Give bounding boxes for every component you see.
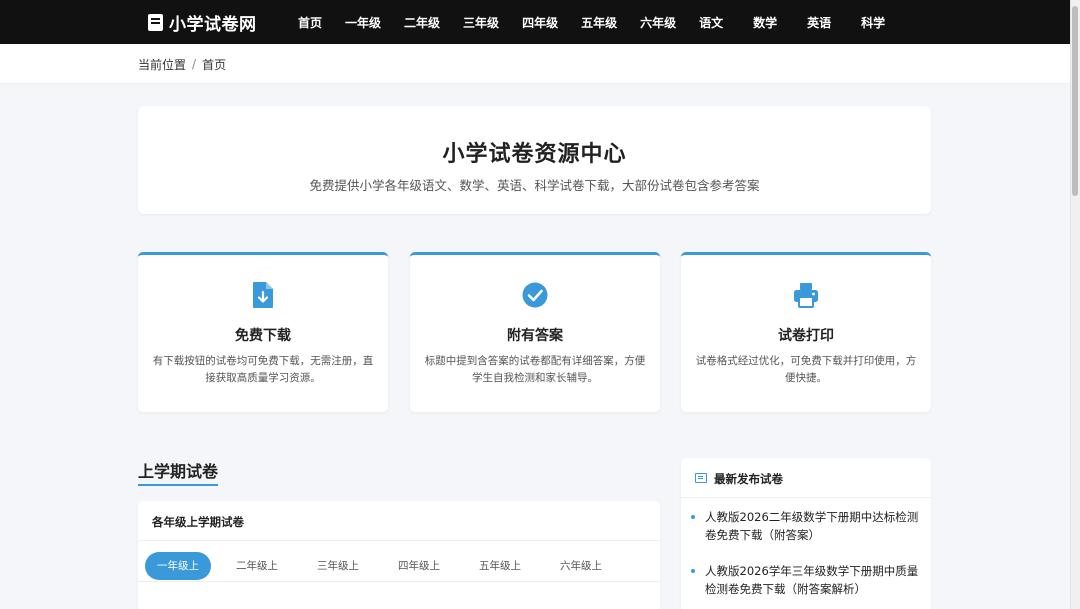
list-item[interactable]: 人教版2026二年级数学下册期中达标检测卷免费下载（附答案） bbox=[691, 508, 921, 544]
panel-header: 各年级上学期试卷 bbox=[138, 501, 660, 541]
feature-desc: 试卷格式经过优化，可免费下载并打印使用，方便快捷。 bbox=[695, 355, 917, 384]
tab-grade-4[interactable]: 四年级上 bbox=[384, 552, 454, 580]
nav-item-grade-2[interactable]: 二年级 bbox=[394, 14, 450, 31]
feature-card-download: 免费下载 有下载按钮的试卷均可免费下载，无需注册，直接获取高质量学习资源。 bbox=[138, 252, 388, 412]
nav-item-grade-3[interactable]: 三年级 bbox=[453, 14, 509, 31]
printer-icon bbox=[794, 283, 818, 308]
book-icon bbox=[148, 13, 163, 31]
breadcrumb-label: 当前位置 bbox=[138, 57, 187, 72]
feature-desc: 有下载按钮的试卷均可免费下载，无需注册，直接获取高质量学习资源。 bbox=[152, 355, 374, 384]
nav-item-english[interactable]: 英语 bbox=[797, 14, 841, 31]
feature-title: 免费下载 bbox=[235, 328, 291, 344]
feature-title: 试卷打印 bbox=[778, 328, 834, 344]
latest-header: 最新发布试卷 bbox=[681, 458, 931, 498]
panel-title: 各年级上学期试卷 bbox=[152, 515, 244, 529]
nav-item-grade-6[interactable]: 六年级 bbox=[630, 14, 686, 31]
breadcrumb-separator: / bbox=[192, 57, 197, 71]
bullet-icon bbox=[691, 515, 695, 519]
nav-item-home[interactable]: 首页 bbox=[288, 14, 332, 31]
nav-item-grade-1[interactable]: 一年级 bbox=[335, 14, 391, 31]
main-nav: 首页 一年级 二年级 三年级 四年级 五年级 六年级 语文 数学 英语 科学 bbox=[288, 0, 905, 44]
tab-grade-6[interactable]: 六年级上 bbox=[546, 552, 616, 580]
file-download-icon bbox=[253, 282, 273, 308]
tabs-divider bbox=[138, 581, 660, 582]
grade-paper-panel: 各年级上学期试卷 一年级上 二年级上 三年级上 四年级上 五年级上 六年级上 bbox=[138, 501, 660, 609]
hero-subtitle: 免费提供小学各年级语文、数学、英语、科学试卷下载，大部份试卷包含参考答案 bbox=[309, 178, 760, 193]
feature-card-answers: 附有答案 标题中提到含答案的试卷都配有详细答案，方便学生自我检测和家长辅导。 bbox=[410, 252, 660, 412]
breadcrumb-home-link[interactable]: 首页 bbox=[202, 56, 226, 73]
latest-item-link[interactable]: 人教版2026学年三年级数学下册期中质量检测卷免费下载（附答案解析） bbox=[705, 562, 921, 598]
tab-grade-2[interactable]: 二年级上 bbox=[222, 552, 292, 580]
latest-papers-panel: 最新发布试卷 人教版2026二年级数学下册期中达标检测卷免费下载（附答案） 人教… bbox=[681, 458, 931, 609]
hero-banner: 小学试卷资源中心 免费提供小学各年级语文、数学、英语、科学试卷下载，大部份试卷包… bbox=[138, 106, 931, 214]
nav-item-science[interactable]: 科学 bbox=[851, 14, 895, 31]
nav-item-math[interactable]: 数学 bbox=[743, 14, 787, 31]
breadcrumb-bar: 当前位置 / 首页 bbox=[0, 44, 1070, 84]
latest-item-link[interactable]: 人教版2026二年级数学下册期中达标检测卷免费下载（附答案） bbox=[705, 508, 921, 544]
logo-text: 小学试卷网 bbox=[169, 14, 257, 35]
breadcrumb: 当前位置 / 首页 bbox=[138, 44, 226, 84]
section-title: 上学期试卷 bbox=[138, 462, 219, 481]
tab-grade-1[interactable]: 一年级上 bbox=[145, 552, 211, 580]
nav-item-chinese[interactable]: 语文 bbox=[689, 14, 733, 31]
bullet-icon bbox=[691, 569, 695, 573]
list-item[interactable]: 人教版2026学年三年级数学下册期中质量检测卷免费下载（附答案解析） bbox=[691, 562, 921, 598]
tab-grade-3[interactable]: 三年级上 bbox=[303, 552, 373, 580]
feature-desc: 标题中提到含答案的试卷都配有详细答案，方便学生自我检测和家长辅导。 bbox=[424, 355, 646, 384]
top-nav-bar: 小学试卷网 首页 一年级 二年级 三年级 四年级 五年级 六年级 语文 数学 英… bbox=[0, 0, 1070, 44]
scrollbar-thumb[interactable] bbox=[1072, 6, 1078, 196]
section-underline bbox=[138, 484, 218, 486]
hero-title: 小学试卷资源中心 bbox=[442, 142, 627, 167]
feature-title: 附有答案 bbox=[507, 328, 563, 344]
tab-grade-5[interactable]: 五年级上 bbox=[465, 552, 535, 580]
feature-card-print: 试卷打印 试卷格式经过优化，可免费下载并打印使用，方便快捷。 bbox=[681, 252, 931, 412]
latest-title: 最新发布试卷 bbox=[714, 472, 783, 486]
grade-tabs: 一年级上 二年级上 三年级上 四年级上 五年级上 六年级上 bbox=[145, 552, 627, 580]
site-logo[interactable]: 小学试卷网 bbox=[148, 0, 257, 44]
newspaper-icon bbox=[695, 473, 707, 483]
check-circle-icon bbox=[522, 282, 548, 308]
nav-item-grade-5[interactable]: 五年级 bbox=[571, 14, 627, 31]
nav-item-grade-4[interactable]: 四年级 bbox=[512, 14, 568, 31]
